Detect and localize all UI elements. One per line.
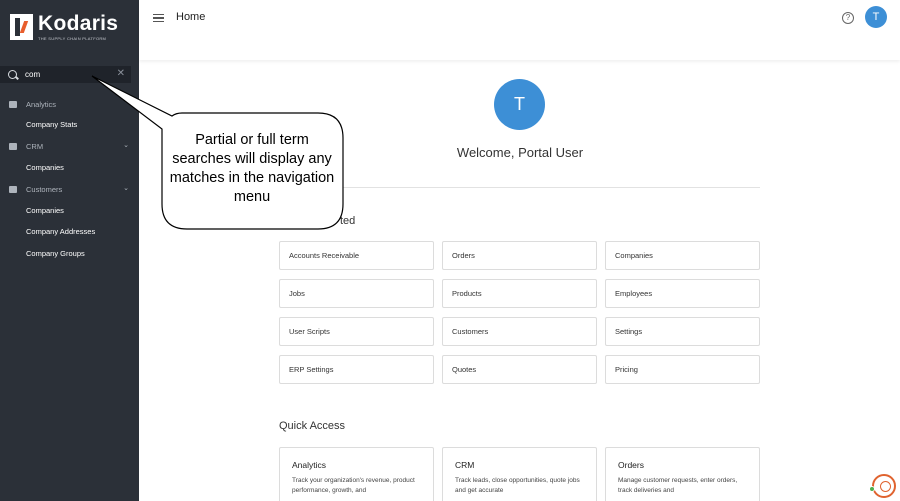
callout-bubble bbox=[91, 75, 344, 230]
online-status-dot bbox=[869, 486, 875, 492]
callout-text: Partial or full term searches will displ… bbox=[169, 132, 335, 205]
chat-icon[interactable] bbox=[872, 474, 896, 498]
